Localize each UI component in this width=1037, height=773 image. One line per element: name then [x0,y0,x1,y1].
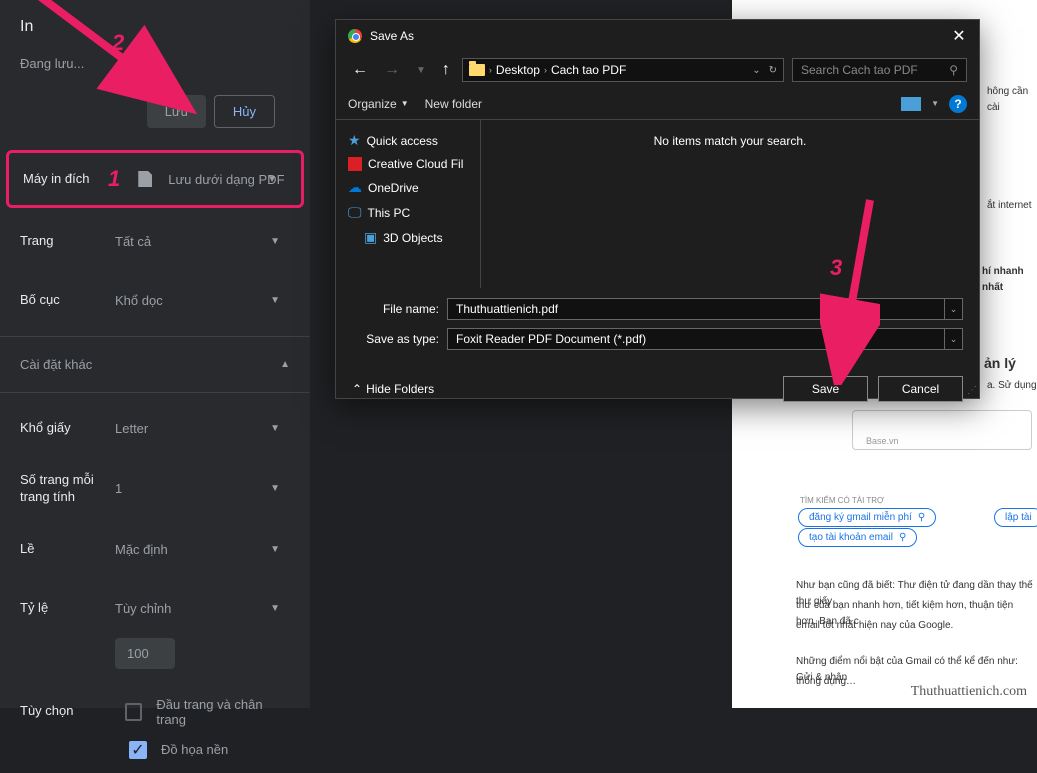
background-graphics-label: Đồ họa nền [161,742,228,757]
search-tag[interactable]: đăng ký gmail miễn phí⚲ [798,508,936,527]
new-folder-button[interactable]: New folder [425,97,482,111]
pages-per-sheet-value: 1 [115,481,122,496]
headers-footers-checkbox[interactable] [125,703,142,721]
chevron-down-icon: ▼ [401,99,409,108]
margins-value: Mặc định [115,542,168,557]
scale-value: Tùy chỉnh [115,601,171,616]
chevron-down-icon: ▼ [270,544,280,555]
chrome-icon [348,29,362,43]
chevron-down-icon: ▼ [267,174,277,185]
paper-label: Khổ giấy [20,420,115,437]
dialog-titlebar: Save As ✕ [336,20,979,52]
back-button[interactable]: ← [348,61,372,79]
organize-button[interactable]: Organize ▼ [348,97,409,111]
chevron-down-icon: ▼ [270,423,280,434]
address-bar[interactable]: › Desktop › Cach tao PDF ⌄ ↻ [462,58,784,82]
tree-quick-access[interactable]: ★ Quick access [340,128,476,153]
toolbar: Organize ▼ New folder ▼ ? [336,88,979,120]
chevron-down-icon: ▼ [270,603,280,614]
pages-select[interactable]: Tất cả ▼ [115,226,290,257]
cube-icon: ▣ [364,229,377,246]
search-icon: ⚲ [949,63,958,77]
more-settings-toggle[interactable]: Cài đặt khác ▲ [0,343,310,386]
dialog-title-text: Save As [370,29,414,43]
tree-creative-cloud[interactable]: Creative Cloud Fil [340,153,476,175]
resize-grip[interactable]: ⋰ [967,385,977,396]
file-list-empty: No items match your search. [481,120,979,288]
savetype-label: Save as type: [352,332,447,346]
annotation-3: 3 [830,255,842,281]
filename-label: File name: [352,302,447,316]
chevron-down-icon: ▼ [270,483,280,494]
arrow-to-save-button [28,0,203,125]
chevron-up-icon: ⌃ [352,382,362,396]
layout-value: Khổ dọc [115,293,163,308]
breadcrumb-desktop[interactable]: Desktop [496,63,540,77]
chevron-down-icon: ▼ [270,236,280,247]
pages-value: Tất cả [115,234,151,249]
tree-this-pc[interactable]: 🖵 This PC [340,200,476,225]
forward-button[interactable]: → [380,61,404,79]
arrow-to-dialog-save [820,195,880,385]
search-tag[interactable]: tạo tài khoản email⚲ [798,528,917,547]
search-box[interactable]: Search Cach tao PDF ⚲ [792,58,967,82]
annotation-2: 2 [112,30,124,56]
pc-icon: 🖵 [348,204,362,221]
destination-label: Máy in đích [23,171,108,188]
chevron-down-icon: ▼ [270,295,280,306]
chevron-up-icon: ▲ [280,359,290,370]
layout-label: Bố cục [20,292,115,309]
breadcrumb-folder[interactable]: Cach tao PDF [551,63,626,77]
refresh-icon[interactable]: ↻ [769,65,777,76]
folder-icon [469,64,485,76]
headers-footers-label: Đầu trang và chân trang [156,697,290,727]
tree-3d-objects[interactable]: ▣ 3D Objects [340,225,476,250]
address-dropdown-icon[interactable]: ⌄ [752,65,760,76]
view-options-icon[interactable] [901,97,921,111]
print-cancel-button[interactable]: Hủy [214,95,275,128]
dialog-cancel-button[interactable]: Cancel [878,376,963,402]
filename-dropdown[interactable]: ⌄ [945,298,963,320]
layout-select[interactable]: Khổ dọc ▼ [115,285,290,316]
options-label: Tùy chọn [20,703,111,720]
scale-select[interactable]: Tùy chỉnh ▼ [115,593,290,624]
navigation-bar: ← → ▼ ↑ › Desktop › Cach tao PDF ⌄ ↻ Sea… [336,52,979,88]
cloud-icon: ☁ [348,179,362,196]
search-tag[interactable]: lập tài [994,508,1037,527]
watermark: Thuthuattienich.com [911,684,1027,700]
creative-cloud-icon [348,157,362,171]
hide-folders-toggle[interactable]: ⌃ Hide Folders [352,382,434,396]
paper-value: Letter [115,421,148,436]
star-icon: ★ [348,132,361,149]
help-icon[interactable]: ? [949,95,967,113]
savetype-dropdown[interactable]: ⌄ [945,328,963,350]
folder-tree: ★ Quick access Creative Cloud Fil ☁ OneD… [336,120,481,288]
background-graphics-checkbox[interactable]: ✓ [129,741,147,759]
destination-select[interactable]: Lưu dưới dạng PDF ▼ [138,163,287,195]
destination-row-highlighted: Máy in đích 1 Lưu dưới dạng PDF ▼ [6,150,304,208]
margins-select[interactable]: Mặc định ▼ [115,534,290,565]
margins-label: Lề [20,541,115,558]
tree-onedrive[interactable]: ☁ OneDrive [340,175,476,200]
recent-dropdown[interactable]: ▼ [412,65,430,76]
scale-label: Tỷ lệ [20,600,115,617]
close-button[interactable]: ✕ [939,20,979,52]
pages-per-sheet-select[interactable]: 1 ▼ [115,473,290,504]
save-as-dialog: Save As ✕ ← → ▼ ↑ › Desktop › Cach tao P… [335,19,980,399]
paper-select[interactable]: Letter ▼ [115,413,290,444]
pages-label: Trang [20,233,115,250]
view-dropdown-icon[interactable]: ▼ [931,99,939,108]
more-settings-label: Cài đặt khác [20,357,92,372]
up-button[interactable]: ↑ [438,61,454,79]
annotation-1: 1 [108,166,120,192]
scale-input[interactable] [115,638,175,669]
pdf-file-icon [138,171,152,187]
pages-per-sheet-label: Số trang mỗi trang tính [20,472,115,506]
search-placeholder: Search Cach tao PDF [801,63,918,77]
